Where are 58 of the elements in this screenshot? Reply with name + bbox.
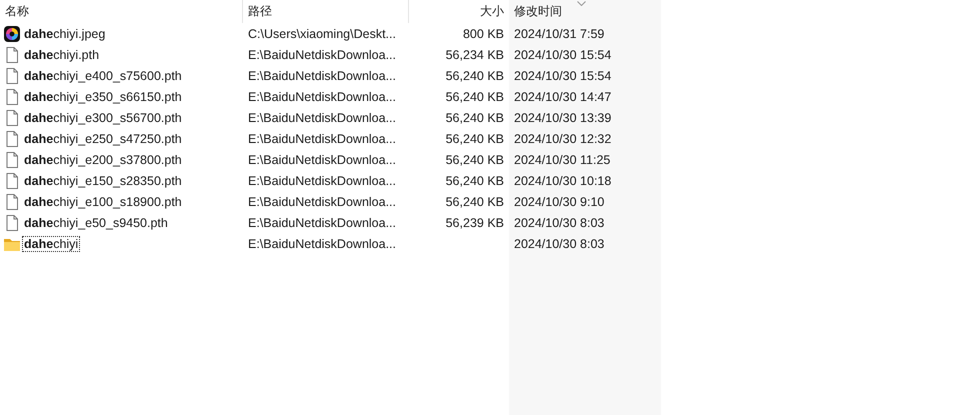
file-name[interactable]: dahechiyi.jpeg: [22, 26, 108, 42]
file-name[interactable]: dahechiyi_e250_s47250.pth: [22, 130, 184, 146]
file-path: E:\BaiduNetdiskDownloa...: [248, 110, 396, 124]
file-path: E:\BaiduNetdiskDownloa...: [248, 174, 396, 188]
file-path: E:\BaiduNetdiskDownloa...: [248, 90, 396, 104]
file-path: E:\BaiduNetdiskDownloa...: [248, 194, 396, 208]
file-name[interactable]: dahechiyi.pth: [22, 46, 102, 62]
modified-date: 2024/10/30 14:47: [514, 90, 612, 104]
file-size: 56,234 KB: [446, 48, 504, 62]
file-icon: [4, 130, 20, 146]
modified-date: 2024/10/30 11:25: [514, 152, 610, 166]
modified-date: 2024/10/30 8:03: [514, 216, 604, 230]
file-size: 56,240 KB: [446, 152, 504, 166]
modified-date: 2024/10/30 13:39: [514, 110, 612, 124]
file-name[interactable]: dahechiyi_e400_s75600.pth: [22, 68, 184, 84]
file-size: 56,239 KB: [446, 216, 504, 230]
file-icon: [4, 68, 20, 84]
modified-date: 2024/10/30 8:03: [514, 236, 604, 250]
file-icon: [4, 152, 20, 168]
column-header[interactable]: 路径: [243, 0, 409, 23]
photo-app-icon: [4, 26, 20, 42]
file-path: E:\BaiduNetdiskDownloa...: [248, 236, 396, 250]
modified-date: 2024/10/30 15:54: [514, 68, 612, 82]
file-name[interactable]: dahechiyi: [22, 236, 80, 252]
modified-date: 2024/10/31 7:59: [514, 26, 604, 40]
column-header[interactable]: 修改时间: [509, 0, 661, 23]
file-icon: [4, 214, 20, 230]
file-size: 56,240 KB: [446, 68, 504, 82]
modified-date: 2024/10/30 12:32: [514, 132, 612, 146]
column-header[interactable]: 名称: [0, 0, 243, 23]
column-header[interactable]: 大小: [409, 0, 509, 23]
file-size: 56,240 KB: [446, 90, 504, 104]
file-path: E:\BaiduNetdiskDownloa...: [248, 216, 396, 230]
file-path: E:\BaiduNetdiskDownloa...: [248, 48, 396, 62]
file-icon: [4, 46, 20, 62]
file-path: E:\BaiduNetdiskDownloa...: [248, 152, 396, 166]
modified-date: 2024/10/30 9:10: [514, 194, 604, 208]
modified-date: 2024/10/30 10:18: [514, 174, 612, 188]
file-icon: [4, 172, 20, 188]
file-name[interactable]: dahechiyi_e300_s56700.pth: [22, 110, 184, 126]
file-size: 56,240 KB: [446, 194, 504, 208]
file-size: 800 KB: [462, 26, 504, 40]
file-name[interactable]: dahechiyi_e100_s18900.pth: [22, 194, 184, 210]
file-icon: [4, 110, 20, 126]
file-name[interactable]: dahechiyi_e200_s37800.pth: [22, 152, 184, 168]
file-size: 56,240 KB: [446, 110, 504, 124]
file-name[interactable]: dahechiyi_e50_s9450.pth: [22, 214, 170, 230]
file-size: 56,240 KB: [446, 174, 504, 188]
file-path: C:\Users\xiaoming\Deskt...: [248, 26, 396, 40]
file-name[interactable]: dahechiyi_e150_s28350.pth: [22, 172, 184, 188]
modified-date: 2024/10/30 15:54: [514, 48, 612, 62]
file-icon: [4, 88, 20, 104]
file-icon: [4, 194, 20, 210]
file-name[interactable]: dahechiyi_e350_s66150.pth: [22, 88, 184, 104]
file-path: E:\BaiduNetdiskDownloa...: [248, 68, 396, 82]
sort-caret-icon: [577, 1, 586, 6]
file-size: 56,240 KB: [446, 132, 504, 146]
file-path: E:\BaiduNetdiskDownloa...: [248, 132, 396, 146]
